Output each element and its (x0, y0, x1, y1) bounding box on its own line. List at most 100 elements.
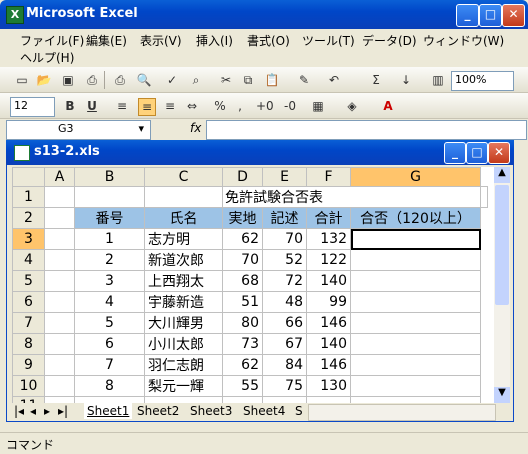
cell-written[interactable]: 72 (262, 270, 307, 292)
cell[interactable] (44, 312, 75, 334)
column-header[interactable]: F (306, 167, 351, 187)
row-header[interactable]: 7 (12, 312, 45, 334)
tab-scroll-next-icon[interactable]: ▸ (44, 403, 50, 419)
align-right-icon[interactable]: ≡ (162, 98, 178, 114)
workbook-minimize-icon[interactable]: _ (444, 142, 466, 164)
cell-total[interactable]: 146 (306, 312, 351, 334)
row-header[interactable]: 2 (12, 207, 45, 229)
decrease-decimal-icon[interactable]: -0 (282, 98, 298, 114)
underline-icon[interactable]: U (84, 98, 100, 114)
cell-practical[interactable]: 73 (222, 333, 263, 355)
cell-name[interactable]: 小川太郎 (144, 333, 223, 355)
cell-result[interactable] (350, 291, 481, 313)
worksheet-grid[interactable]: A B C D E F G 1 免許試験合否表 2 番号 氏名 実地 記述 合計… (12, 167, 494, 403)
cell-total[interactable]: 130 (306, 375, 351, 397)
cell-name[interactable]: 羽仁志朗 (144, 354, 223, 376)
cell-practical[interactable]: 62 (222, 354, 263, 376)
cell-name[interactable]: 梨元一輝 (144, 375, 223, 397)
cell-total[interactable]: 132 (306, 228, 351, 250)
column-header[interactable]: G (350, 167, 481, 187)
borders-icon[interactable]: ▦ (310, 98, 326, 114)
row-header[interactable]: 5 (12, 270, 45, 292)
formula-input[interactable] (206, 120, 527, 140)
menu-window[interactable]: ウィンドウ(W) (423, 32, 504, 49)
cell-number[interactable]: 4 (74, 291, 145, 313)
cell-name[interactable]: 上西翔太 (144, 270, 223, 292)
cell-result[interactable] (350, 249, 481, 271)
cell[interactable] (44, 249, 75, 271)
undo-icon[interactable]: ↶ (326, 72, 342, 88)
app-title-bar[interactable]: X Microsoft Excel _ □ ✕ (0, 0, 528, 29)
scroll-up-icon[interactable]: ▲ (494, 167, 510, 183)
font-color-icon[interactable]: A (380, 98, 396, 114)
cell[interactable] (44, 354, 75, 376)
fx-icon[interactable]: fx (190, 121, 201, 135)
cell-name[interactable]: 大川輝男 (144, 312, 223, 334)
merge-center-icon[interactable]: ⇔ (184, 98, 200, 114)
cell-total[interactable]: 140 (306, 333, 351, 355)
header-cell[interactable]: 氏名 (144, 207, 223, 229)
increase-decimal-icon[interactable]: +0 (256, 98, 274, 114)
row-header[interactable]: 9 (12, 354, 45, 376)
new-icon[interactable]: ▭ (14, 72, 30, 88)
cell-written[interactable]: 67 (262, 333, 307, 355)
column-header[interactable]: A (44, 167, 75, 187)
row-header[interactable]: 8 (12, 333, 45, 355)
header-cell[interactable]: 番号 (74, 207, 145, 229)
cell[interactable] (44, 333, 75, 355)
format-painter-icon[interactable]: ✎ (296, 72, 312, 88)
cell[interactable] (44, 270, 75, 292)
tab-sheet1[interactable]: Sheet1 (84, 403, 133, 419)
cell-number[interactable]: 1 (74, 228, 145, 250)
workbook-close-icon[interactable]: ✕ (488, 142, 510, 164)
tab-sheet2[interactable]: Sheet2 (137, 403, 179, 419)
cell-written[interactable]: 75 (262, 375, 307, 397)
cell-total[interactable]: 146 (306, 354, 351, 376)
cell-result[interactable] (350, 333, 481, 355)
menu-data[interactable]: データ(D) (362, 32, 417, 49)
zoom-combo[interactable]: 100% (451, 71, 514, 91)
align-left-icon[interactable]: ≡ (114, 98, 130, 114)
cell-practical[interactable]: 62 (222, 228, 263, 250)
cell-practical[interactable]: 68 (222, 270, 263, 292)
fill-color-icon[interactable]: ◈ (344, 98, 360, 114)
name-box[interactable]: G3 ▾ (6, 120, 151, 140)
horizontal-scrollbar[interactable] (308, 404, 496, 421)
cell-number[interactable]: 6 (74, 333, 145, 355)
column-header[interactable]: D (222, 167, 263, 187)
cell-number[interactable]: 2 (74, 249, 145, 271)
cell-written[interactable]: 48 (262, 291, 307, 313)
print-preview-icon[interactable]: 🔍 (136, 72, 152, 88)
column-header[interactable]: B (74, 167, 145, 187)
cell-name[interactable]: 宇藤新造 (144, 291, 223, 313)
cut-icon[interactable]: ✂ (218, 72, 234, 88)
cell-name[interactable]: 新道次郎 (144, 249, 223, 271)
row-header[interactable]: 4 (12, 249, 45, 271)
tab-scroll-prev-icon[interactable]: ◂ (30, 403, 36, 419)
corner-cell[interactable] (12, 167, 45, 187)
vertical-scrollbar[interactable]: ▲ ▼ (494, 167, 510, 403)
scroll-thumb[interactable] (495, 185, 509, 305)
paste-icon[interactable]: 📋 (264, 72, 280, 88)
cell-result[interactable] (350, 354, 481, 376)
cell[interactable] (44, 207, 75, 229)
cell-result[interactable] (350, 228, 481, 250)
spelling-icon[interactable]: ✓ (164, 72, 180, 88)
menu-view[interactable]: 表示(V) (140, 32, 182, 49)
cell-number[interactable]: 7 (74, 354, 145, 376)
chevron-down-icon[interactable]: ▾ (138, 121, 144, 137)
menu-insert[interactable]: 挿入(I) (196, 32, 233, 49)
cell[interactable] (44, 375, 75, 397)
cell[interactable] (480, 186, 488, 208)
autosum-icon[interactable]: Σ (368, 72, 384, 88)
cell-result[interactable] (350, 270, 481, 292)
cell-written[interactable]: 70 (262, 228, 307, 250)
row-header[interactable]: 6 (12, 291, 45, 313)
minimize-icon[interactable]: _ (456, 4, 479, 27)
cell-number[interactable]: 3 (74, 270, 145, 292)
tab-sheet3[interactable]: Sheet3 (190, 403, 232, 419)
cell[interactable] (74, 186, 145, 208)
workbook-title-bar[interactable]: s13-2.xls _ □ ✕ (6, 140, 514, 165)
chart-wizard-icon[interactable]: ▥ (430, 72, 446, 88)
row-header[interactable]: 10 (12, 375, 45, 397)
